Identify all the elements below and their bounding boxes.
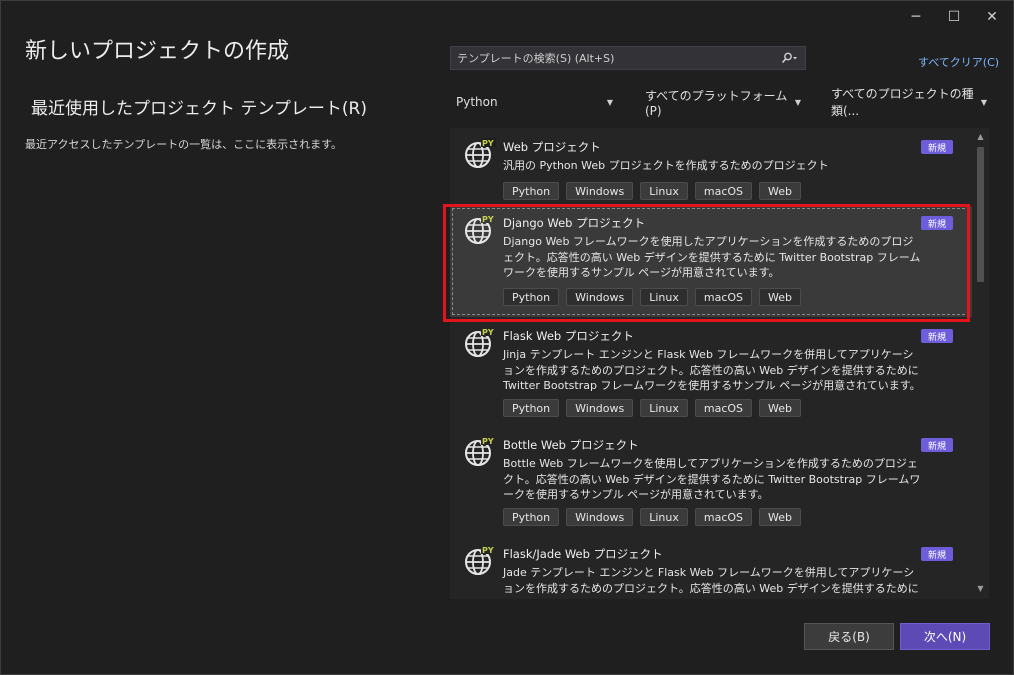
search-input[interactable]: テンプレートの検索(S) (Alt+S) xyxy=(450,46,806,70)
template-name: Bottle Web プロジェクト xyxy=(503,438,639,452)
svg-text:PY: PY xyxy=(482,546,494,555)
new-badge: 新規 xyxy=(921,438,953,452)
template-list[interactable]: PY Web プロジェクト 汎用の Python Web プロジェクトを作成する… xyxy=(450,128,989,599)
next-button[interactable]: 次へ(N) xyxy=(900,623,990,650)
template-name: Flask/Jade Web プロジェクト xyxy=(503,547,663,561)
tag-linux: Linux xyxy=(640,182,688,200)
chevron-down-icon: ▼ xyxy=(980,97,987,107)
clear-all-link[interactable]: すべてクリア(C) xyxy=(918,54,999,70)
template-description: Django Web フレームワークを使用したアプリケーションを作成するためのプ… xyxy=(503,235,921,279)
chevron-down-icon: ▼ xyxy=(606,97,613,107)
tag-windows: Windows xyxy=(566,288,634,306)
maximize-icon: ☐ xyxy=(947,9,961,25)
tag-python: Python xyxy=(503,182,560,200)
tag-python: Python xyxy=(503,399,560,417)
new-badge: 新規 xyxy=(921,216,953,230)
python-globe-icon: PY xyxy=(465,436,496,466)
template-item[interactable]: PY Bottle Web プロジェクト Bottle Web フレームワークを… xyxy=(450,428,972,537)
tag-macos: macOS xyxy=(694,508,753,526)
template-item[interactable]: PY Flask Web プロジェクト Jinja テンプレート エンジンと F… xyxy=(450,319,972,428)
create-project-window: ─ ☐ ✕ 新しいプロジェクトの作成 最近使用したプロジェクト テンプレート(R… xyxy=(0,0,1014,675)
tag-macos: macOS xyxy=(694,288,753,306)
tag-python: Python xyxy=(503,288,560,306)
template-name: Flask Web プロジェクト xyxy=(503,329,634,343)
svg-text:PY: PY xyxy=(482,215,494,224)
template-item[interactable]: PY Flask/Jade Web プロジェクト Jade テンプレート エンジ… xyxy=(450,537,972,599)
back-button[interactable]: 戻る(B) xyxy=(804,623,894,650)
svg-text:PY: PY xyxy=(482,328,494,337)
python-globe-icon: PY xyxy=(465,138,496,168)
template-item-selected[interactable]: PY Django Web プロジェクト Django Web フレームワークを… xyxy=(450,206,972,317)
svg-text:PY: PY xyxy=(482,139,494,148)
new-badge: 新規 xyxy=(921,329,953,343)
tag-web: Web xyxy=(759,508,802,526)
minimize-icon: ─ xyxy=(911,9,921,25)
template-item[interactable]: PY Web プロジェクト 汎用の Python Web プロジェクトを作成する… xyxy=(450,130,972,206)
search-placeholder[interactable]: テンプレートの検索(S) (Alt+S) xyxy=(451,50,775,66)
template-description: Jinja テンプレート エンジンと Flask Web フレームワークを併用し… xyxy=(503,348,921,392)
tag-windows: Windows xyxy=(566,182,634,200)
project-type-filter[interactable]: すべてのプロジェクトの種類(... ▼ xyxy=(827,87,989,118)
tag-web: Web xyxy=(759,182,802,200)
tag-linux: Linux xyxy=(640,508,688,526)
tag-web: Web xyxy=(759,399,802,417)
language-filter[interactable]: Python ▼ xyxy=(450,91,617,113)
tag-windows: Windows xyxy=(566,508,634,526)
tag-windows: Windows xyxy=(566,399,634,417)
python-globe-icon: PY xyxy=(465,545,496,575)
tag-macos: macOS xyxy=(694,182,753,200)
python-globe-icon: PY xyxy=(465,214,496,244)
scroll-down-icon[interactable]: ▼ xyxy=(972,584,989,593)
tag-macos: macOS xyxy=(694,399,753,417)
tag-linux: Linux xyxy=(640,399,688,417)
recent-templates-heading: 最近使用したプロジェクト テンプレート(R) xyxy=(31,99,367,119)
new-badge: 新規 xyxy=(921,140,953,154)
python-globe-icon: PY xyxy=(465,327,496,357)
maximize-button[interactable]: ☐ xyxy=(937,7,971,27)
new-badge: 新規 xyxy=(921,547,953,561)
search-icon[interactable] xyxy=(775,52,805,64)
template-description: Bottle Web フレームワークを使用してアプリケーションを作成するためのプ… xyxy=(503,457,921,501)
scroll-up-icon[interactable]: ▲ xyxy=(972,132,989,141)
platform-filter-value: すべてのプラットフォーム(P) xyxy=(645,88,788,118)
minimize-button[interactable]: ─ xyxy=(899,7,933,27)
tag-python: Python xyxy=(503,508,560,526)
svg-text:PY: PY xyxy=(482,437,494,446)
platform-filter[interactable]: すべてのプラットフォーム(P) ▼ xyxy=(641,89,803,118)
recent-templates-description: 最近アクセスしたテンプレートの一覧は、ここに表示されます。 xyxy=(25,138,343,151)
page-title: 新しいプロジェクトの作成 xyxy=(25,39,290,64)
project-type-filter-value: すべてのプロジェクトの種類(... xyxy=(831,87,974,118)
template-name: Django Web プロジェクト xyxy=(503,216,646,230)
scrollbar-thumb[interactable] xyxy=(977,147,984,282)
close-icon: ✕ xyxy=(986,9,998,25)
tag-linux: Linux xyxy=(640,288,688,306)
template-list-scrollbar[interactable]: ▲ ▼ xyxy=(972,128,989,599)
chevron-down-icon: ▼ xyxy=(794,97,801,107)
template-description: Jade テンプレート エンジンと Flask Web フレームワークを併用して… xyxy=(503,566,919,599)
template-description: 汎用の Python Web プロジェクトを作成するためのプロジェクト xyxy=(503,159,829,172)
language-filter-value: Python xyxy=(456,95,498,109)
tag-web: Web xyxy=(759,288,802,306)
close-button[interactable]: ✕ xyxy=(975,7,1009,27)
template-name: Web プロジェクト xyxy=(503,140,601,154)
